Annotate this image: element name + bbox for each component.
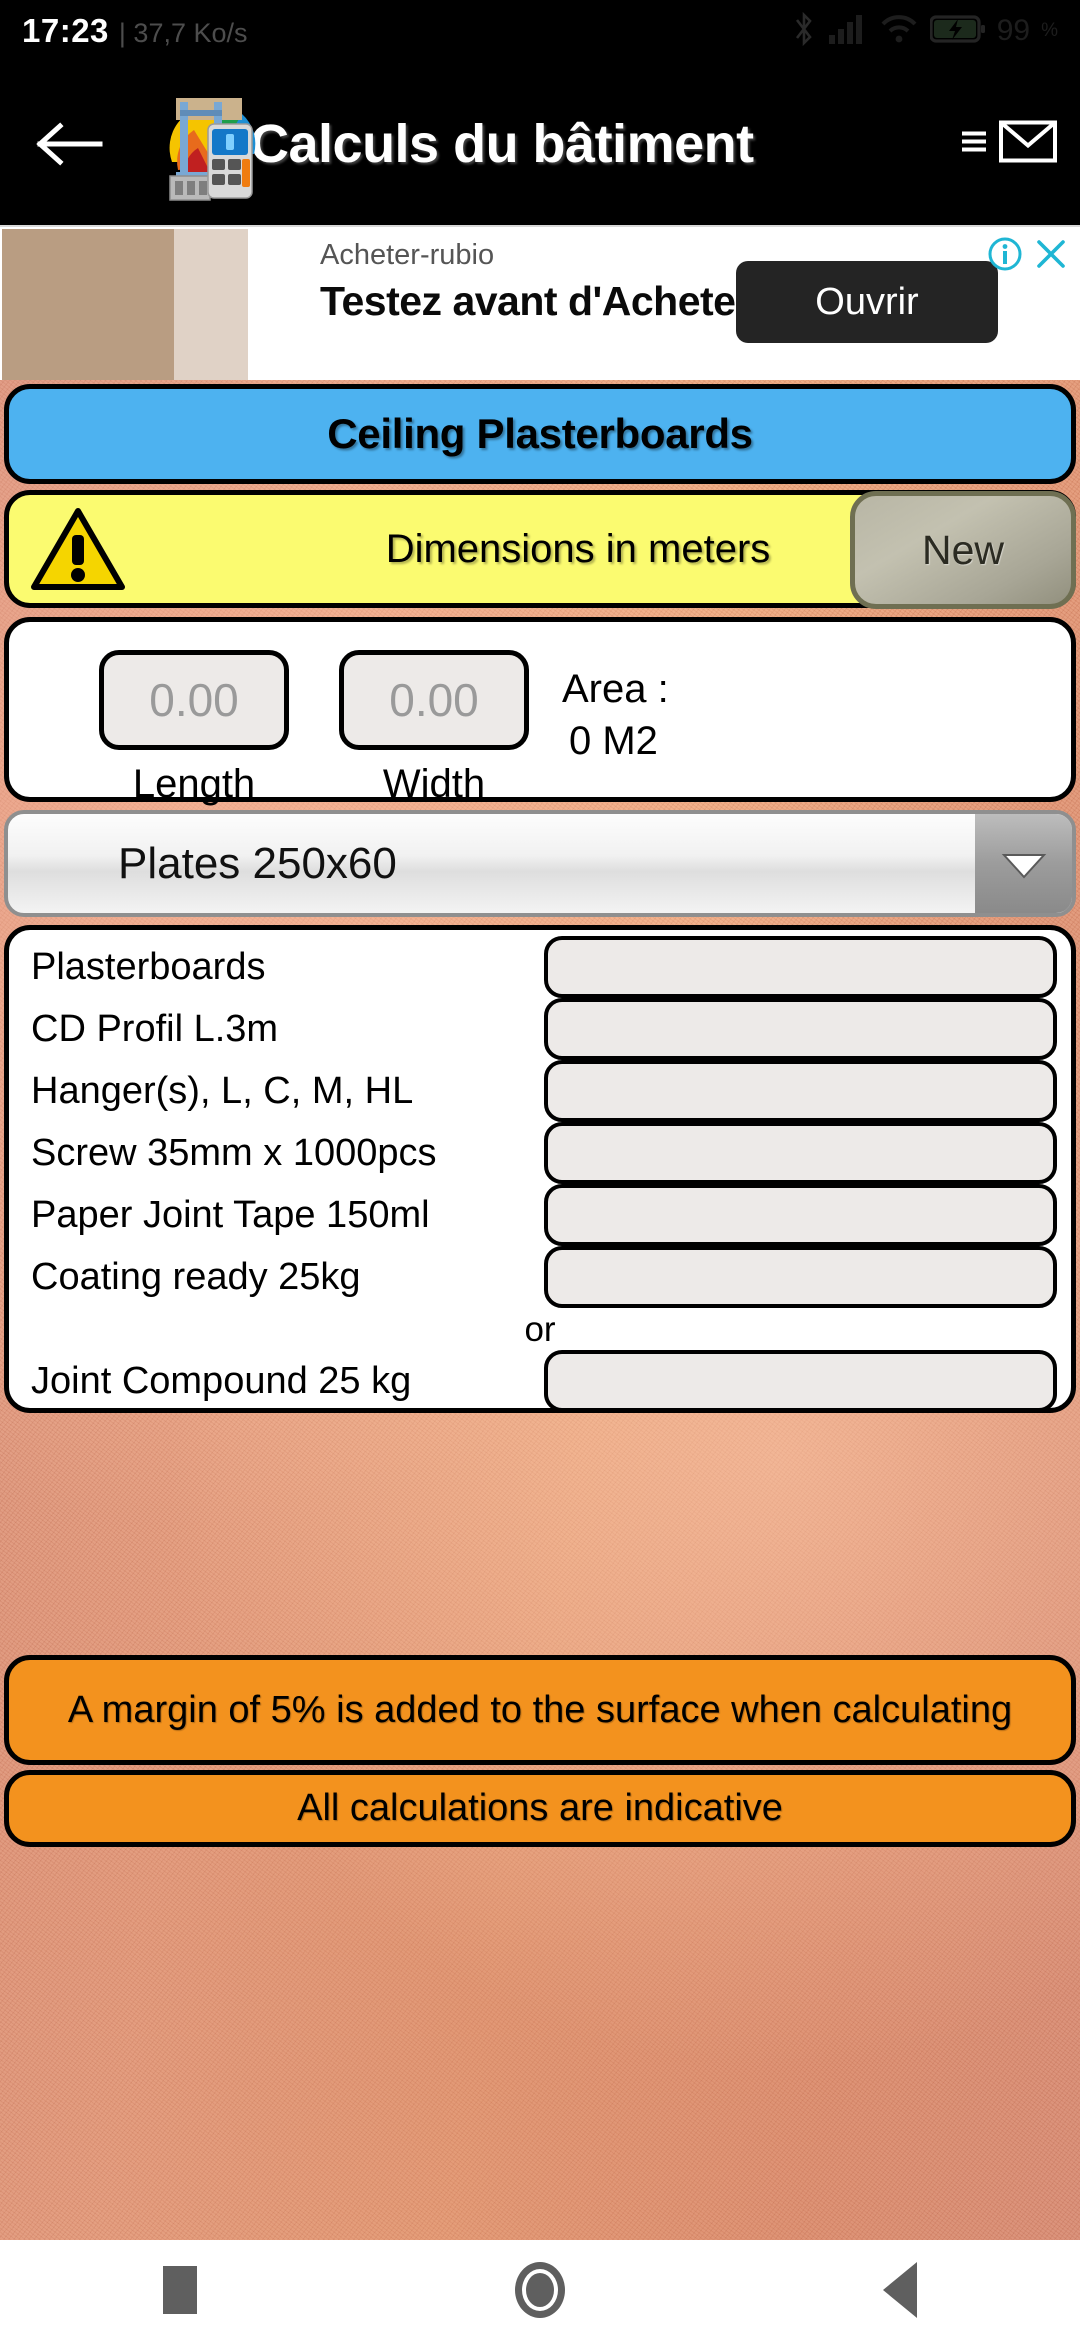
ad-text-block: Acheter-rubio Testez avant d'Acheter [320,237,770,326]
material-label: Joint Compound 25 kg [31,1359,412,1402]
material-value-field[interactable] [544,1246,1057,1308]
back-triangle-icon[interactable] [825,2240,975,2340]
material-value-field[interactable] [544,1350,1057,1412]
section-title-text: Ceiling Plasterboards [327,410,753,457]
indicative-notice: All calculations are indicative [4,1770,1076,1847]
material-value-field[interactable] [544,1122,1057,1184]
status-bar-right: 99 % [791,11,1058,51]
ad-controls [986,235,1070,278]
ad-close-icon[interactable] [1032,235,1070,278]
ad-headline: Testez avant d'Acheter [320,278,751,325]
home-circle-icon[interactable] [465,2240,615,2340]
bluetooth-icon [791,11,817,51]
page-title: Calculs du bâtiment [250,113,754,174]
main-content: Ceiling Plasterboards Dimensions in mete… [0,380,1080,2240]
app-logo-icon [154,84,258,204]
units-warning-bar: Dimensions in meters New [4,490,1076,609]
table-row: Joint Compound 25 kg [9,1350,1071,1412]
material-label: CD Profil L.3m [31,1007,279,1050]
app-bar-actions [958,117,1058,170]
section-title-bar: Ceiling Plasterboards [4,384,1076,484]
material-label: Screw 35mm x 1000pcs [31,1131,437,1174]
dimensions-card: 0.00 Length 0.00 Width Area : 0 M2 [4,617,1076,806]
material-value-field[interactable] [544,936,1057,998]
length-label: Length [132,762,256,806]
material-value-field[interactable] [544,998,1057,1060]
ad-image [2,229,248,380]
table-row: Coating ready 25kg [9,1246,1071,1308]
app-bar: Calculs du bâtiment [0,62,1080,225]
phone-screen: 17:23 | 37,7 Ko/s 99 % Calculs du bâtime… [0,0,1080,2340]
percent-symbol: % [1041,20,1058,41]
status-bar: 17:23 | 37,7 Ko/s 99 % [0,0,1080,62]
material-value-field[interactable] [544,1060,1057,1122]
status-bar-left: 17:23 | 37,7 Ko/s [22,12,248,50]
width-input[interactable]: 0.00 [339,650,529,750]
material-label: Paper Joint Tape 150ml [31,1193,430,1236]
ad-open-button[interactable]: Ouvrir [736,261,998,343]
material-label: Hanger(s), L, C, M, HL [31,1069,414,1112]
android-nav-bar [0,2240,1080,2340]
wifi-icon [879,14,919,49]
envelope-icon[interactable] [998,117,1058,170]
plate-size-selected-value: Plates 250x60 [118,838,397,888]
battery-percent: 99 [996,14,1031,47]
material-label: Coating ready 25kg [31,1255,361,1298]
indicative-notice-text: All calculations are indicative [297,1787,783,1830]
ad-advertiser: Acheter-rubio [320,239,495,271]
chevron-down-icon[interactable] [975,814,1072,913]
menu-lines-icon[interactable] [958,122,992,165]
recents-square-icon[interactable] [105,2240,255,2340]
table-row: Plasterboards [9,936,1071,998]
status-time: 17:23 [22,12,109,49]
plate-size-select[interactable]: Plates 250x60 [4,810,1076,917]
table-row: Hanger(s), L, C, M, HL [9,1060,1071,1122]
table-row: CD Profil L.3m [9,998,1071,1060]
margin-notice: A margin of 5% is added to the surface w… [4,1655,1076,1765]
network-speed: | 37,7 Ko/s [118,18,248,48]
margin-notice-text: A margin of 5% is added to the surface w… [67,1688,1013,1731]
table-row: Screw 35mm x 1000pcs [9,1122,1071,1184]
length-input[interactable]: 0.00 [99,650,289,750]
signal-icon [828,14,868,49]
ad-info-icon[interactable] [986,235,1024,278]
material-label: Plasterboards [31,945,266,988]
table-row: Paper Joint Tape 150ml [9,1184,1071,1246]
area-value: 0 M2 [569,719,658,763]
materials-list-card: Plasterboards CD Profil L.3m Hanger(s), … [4,925,1076,1413]
new-button[interactable]: New [850,491,1076,609]
battery-charging-icon [929,14,986,49]
ad-banner[interactable]: Acheter-rubio Testez avant d'Acheter Ouv… [0,225,1080,380]
width-label: Width [382,762,486,806]
material-value-field[interactable] [544,1184,1057,1246]
back-arrow-icon[interactable] [0,118,140,170]
area-label: Area : [562,667,669,711]
